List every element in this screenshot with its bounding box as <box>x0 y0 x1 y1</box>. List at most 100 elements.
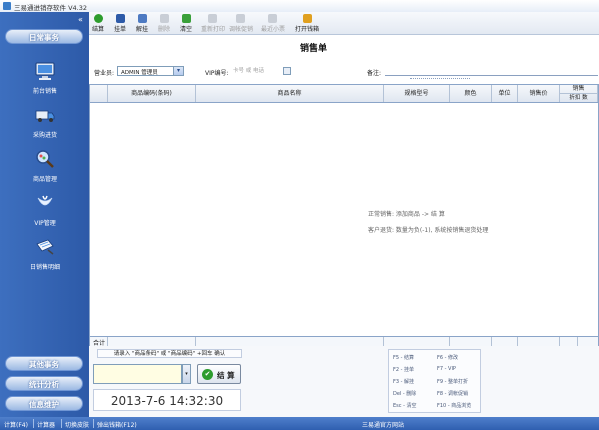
totals-cell <box>518 337 560 346</box>
reprint-button[interactable]: 重新打印 <box>201 14 225 33</box>
status-open-drawer[interactable]: 弹出钱箱(F12) <box>97 420 137 429</box>
promotion-icon <box>235 14 245 23</box>
status-divider <box>93 419 94 428</box>
column-header-code[interactable]: 商品编码(条码) <box>108 85 196 102</box>
vip-label: VIP编号: <box>205 70 229 77</box>
column-header-sales[interactable]: 销售 <box>572 85 584 92</box>
column-header-sales-group: 销售 折扣 数 <box>560 85 598 102</box>
salesperson-select[interactable]: ADMIN 管理员 ▾ <box>117 66 184 76</box>
subcolumn-headers: 折扣 数 <box>560 93 597 102</box>
save-disk-icon <box>115 14 125 23</box>
status-divider <box>61 419 62 428</box>
sidebar-item-products[interactable]: 商品管理 <box>14 146 76 191</box>
unhold-order-button[interactable]: 解挂 <box>134 14 150 33</box>
sidebar: « 日常事务 前台销售 采购进货 商品管理 VIP管理 日销售明细 其他事务 统… <box>0 12 89 417</box>
shortcut-key: F3 - 解挂 <box>393 379 415 385</box>
sidebar-item-label: 商品管理 <box>32 176 57 183</box>
sidebar-item-label: 前台销售 <box>32 88 57 95</box>
shortcut-panel: F5 - 结算 F6 - 修改 F2 - 挂单 F7 - VIP F3 - 解挂… <box>388 349 481 413</box>
memo-input[interactable] <box>385 75 598 76</box>
column-header-price[interactable]: 销售价 <box>518 85 560 102</box>
checkout-button[interactable]: ✔ 结 算 <box>197 364 241 384</box>
column-header-spec[interactable]: 规格型号 <box>384 85 450 102</box>
barcode-dropdown-icon[interactable]: ▾ <box>182 364 191 384</box>
column-header-discount[interactable]: 折扣 <box>569 95 580 101</box>
status-calculator[interactable]: 计算器 <box>37 420 55 429</box>
recent-receipts-button[interactable]: 最近小票 <box>261 14 285 33</box>
shortcut-key: F9 - 整单打折 <box>437 379 469 385</box>
magnifier-icon <box>36 150 54 168</box>
nav-section-other[interactable]: 其他事务 <box>5 356 83 371</box>
normal-sale-hint: 正常销售: 添加商品 -> 结 算 <box>368 211 445 218</box>
shortcut-key: F8 - 调帐促销 <box>437 391 469 397</box>
scan-hint: 请录入 "商品条码" 或 "商品编码" +回车 确认 <box>97 349 242 358</box>
shortcut-key: F10 - 商品浏览 <box>437 403 472 409</box>
hold-order-button[interactable]: 挂单 <box>112 14 128 33</box>
shortcut-key: Del - 删除 <box>393 391 417 397</box>
shortcut-key: Esc - 清空 <box>393 403 417 409</box>
nav-section-maintenance[interactable]: 信息维护 <box>5 396 83 411</box>
status-switch-skin[interactable]: 切换皮肤 <box>65 420 89 429</box>
nav-section-statistics[interactable]: 统计分析 <box>5 376 83 391</box>
shortcut-key: F5 - 结算 <box>393 355 415 361</box>
notebook-icon <box>36 239 54 255</box>
column-header-name[interactable]: 商品名称 <box>196 85 384 102</box>
salesperson-label: 营业员: <box>94 70 115 77</box>
totals-cell <box>196 337 384 346</box>
chevron-down-icon[interactable]: ▾ <box>173 67 183 75</box>
barcode-input[interactable] <box>93 364 182 384</box>
open-cash-drawer-button[interactable]: 打开钱箱 <box>295 14 319 33</box>
totals-cell <box>384 337 450 346</box>
open-folder-icon <box>137 14 147 23</box>
window-title: 三易通进销存软件 V4.32 <box>14 4 87 12</box>
collapse-sidebar-icon[interactable]: « <box>78 15 83 24</box>
sidebar-item-purchase[interactable]: 采购进货 <box>14 102 76 147</box>
shortcut-key: F2 - 挂单 <box>393 367 415 373</box>
vip-icon <box>37 195 53 206</box>
vip-input[interactable]: 卡号 或 电话 <box>233 66 283 76</box>
salesperson-value: ADMIN 管理员 <box>121 70 158 76</box>
column-header-unit[interactable]: 单位 <box>492 85 518 102</box>
official-website-link[interactable]: 三易通官方网站 <box>362 420 404 429</box>
sidebar-item-vip[interactable]: VIP管理 <box>14 190 76 235</box>
return-hint: 客户退货: 数量为负(-1), 系统按销售退货处理 <box>368 227 489 234</box>
grid-header: 商品编码(条码) 商品名称 规格型号 颜色 单位 销售价 销售 折扣 数 <box>90 85 598 103</box>
memo-scroll-indicator <box>410 78 470 81</box>
entry-panel: 请录入 "商品条码" 或 "商品编码" +回车 确认 ▾ ✔ 结 算 2013-… <box>89 346 599 417</box>
delete-button[interactable]: 删除 <box>156 14 172 33</box>
check-icon <box>93 14 103 23</box>
totals-cell <box>450 337 492 346</box>
sidebar-item-daily-sales[interactable]: 日销售明细 <box>14 234 76 279</box>
sidebar-item-label: 采购进货 <box>32 132 57 139</box>
shortcut-key: F7 - VIP <box>437 366 456 372</box>
totals-cell <box>492 337 518 346</box>
status-bar: 计算(F4) 计算器 切换皮肤 弹出钱箱(F12) 三易通官方网站 <box>0 417 599 430</box>
page-title: 销售单 <box>300 44 328 54</box>
toolbar: 结算 挂单 解挂 删除 清空 重新打印 调帐促销 最近小票 打开钱箱 <box>89 12 599 35</box>
column-header-color[interactable]: 颜色 <box>450 85 492 102</box>
monitor-icon <box>35 62 55 80</box>
shortcut-key: F6 - 修改 <box>437 355 459 361</box>
clock-display: 2013-7-6 14:32:30 <box>93 389 241 411</box>
totals-cell <box>560 337 578 346</box>
promo-adjust-button[interactable]: 调帐促销 <box>229 14 253 33</box>
cash-drawer-icon <box>302 14 312 23</box>
sidebar-item-label: VIP管理 <box>34 220 56 227</box>
vip-lookup-icon[interactable] <box>283 67 291 75</box>
checkout-toolbar-button[interactable]: 结算 <box>92 14 104 33</box>
nav-section-daily[interactable]: 日常事务 <box>5 29 83 44</box>
delete-icon <box>159 14 169 23</box>
column-header-qty[interactable]: 数 <box>582 95 588 101</box>
grid-totals-row: 合计 <box>90 336 598 347</box>
printer-icon <box>207 14 217 23</box>
app-logo-icon <box>3 2 11 10</box>
check-icon: ✔ <box>202 369 213 380</box>
totals-cell <box>108 337 196 346</box>
sidebar-item-front-sales[interactable]: 前台销售 <box>14 58 76 103</box>
clear-button[interactable]: 清空 <box>178 14 194 33</box>
recycle-icon <box>181 14 191 23</box>
status-calc-f4[interactable]: 计算(F4) <box>4 420 28 429</box>
sales-grid[interactable]: 商品编码(条码) 商品名称 规格型号 颜色 单位 销售价 销售 折扣 数 正常销… <box>89 84 599 347</box>
row-indicator-column <box>90 85 108 102</box>
totals-cell: 合计 <box>90 337 108 347</box>
